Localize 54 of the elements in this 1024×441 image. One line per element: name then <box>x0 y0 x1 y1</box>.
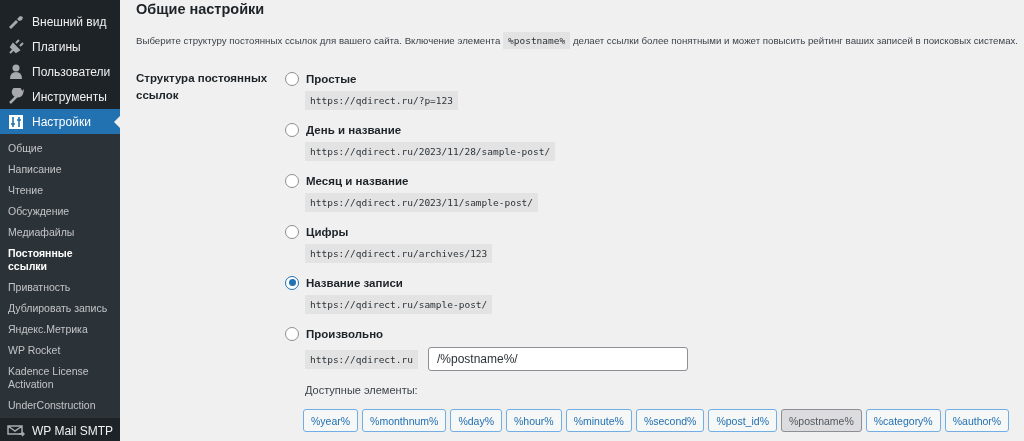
user-icon <box>7 62 25 81</box>
url-example: https://qdirect.ru/?p=123 <box>305 91 458 110</box>
sidebar-menu-item[interactable]: Настройки <box>0 109 120 134</box>
option-label: Простые <box>306 72 357 85</box>
description-text: Выберите структуру постоянных ссылок для вашего сайта. Включение элемента %postname% делает ссылки более понятными и может повысить рейтинг ваших записей в поисковых системах. <box>136 32 1024 50</box>
radio-button[interactable] <box>285 224 299 239</box>
submenu-item[interactable]: Kadence License Activation <box>0 361 120 395</box>
submenu-item[interactable]: Постоянные ссылки <box>0 243 120 277</box>
submenu-item[interactable]: Общие <box>0 138 120 159</box>
option-label: Месяц и название <box>306 174 409 187</box>
tag-button[interactable]: %hour% <box>506 409 562 432</box>
tag-button[interactable]: %author% <box>944 409 1010 432</box>
option-label: Цифры <box>306 225 349 238</box>
option-label: День и название <box>306 123 402 136</box>
url-example: https://qdirect.ru/2023/11/sample-post/ <box>305 193 539 212</box>
settings-icon <box>7 112 25 131</box>
tag-button[interactable]: %post_id% <box>708 409 777 432</box>
sidebar-menu-item[interactable]: Плагины <box>0 34 120 59</box>
radio-button[interactable] <box>285 173 299 188</box>
structure-input[interactable]: /%postname%/ <box>427 347 688 371</box>
url-example: https://qdirect.ru/sample-post/ <box>305 295 493 314</box>
radio-button[interactable] <box>285 71 299 86</box>
radio-button[interactable] <box>285 275 299 290</box>
submenu-item[interactable]: UnderConstruction <box>0 395 120 416</box>
submenu-item[interactable]: Обсуждение <box>0 201 120 222</box>
submenu-item[interactable]: WP Rocket <box>0 340 120 361</box>
submenu-item[interactable]: Яндекс.Метрика <box>0 319 120 340</box>
radio-button[interactable] <box>285 326 299 341</box>
submenu-item[interactable]: Написание <box>0 159 120 180</box>
tag-button[interactable]: %year% <box>303 409 359 432</box>
tag-button[interactable]: %postname% <box>780 409 862 432</box>
radio-button[interactable] <box>285 122 299 137</box>
tag-button[interactable]: %minute% <box>565 409 632 432</box>
url-prefix: https://qdirect.ru <box>305 349 418 369</box>
url-example: https://qdirect.ru/archives/123 <box>305 244 493 263</box>
tag-button[interactable]: %monthnum% <box>362 409 447 432</box>
submenu-item[interactable]: Дублировать запись <box>0 298 120 319</box>
submenu-item[interactable]: Чтение <box>0 180 120 201</box>
sidebar-menu-item[interactable]: Внешний вид <box>0 9 120 34</box>
tag-button[interactable]: %category% <box>865 409 941 432</box>
option-label: Название записи <box>306 276 403 289</box>
section-title: Общие настройки <box>136 0 266 19</box>
sidebar-menu-item[interactable]: WP Mail SMTP <box>0 418 120 441</box>
submenu-item[interactable]: Приватность <box>0 277 120 298</box>
submenu-item[interactable]: Медиафайлы <box>0 222 120 243</box>
plug-icon <box>7 37 25 56</box>
tag-button[interactable]: %second% <box>635 409 705 432</box>
sidebar-menu-item[interactable]: Инструменты <box>0 84 120 109</box>
sidebar-menu-item[interactable]: Пользователи <box>0 59 120 84</box>
tag-button[interactable]: %day% <box>450 409 502 432</box>
tags-label: Доступные элементы: <box>305 384 419 396</box>
field-label: Структура постоянных ссылок <box>136 71 269 103</box>
option-label: Произвольно <box>306 327 384 340</box>
url-example: https://qdirect.ru/2023/11/28/sample-post/ <box>305 142 556 161</box>
